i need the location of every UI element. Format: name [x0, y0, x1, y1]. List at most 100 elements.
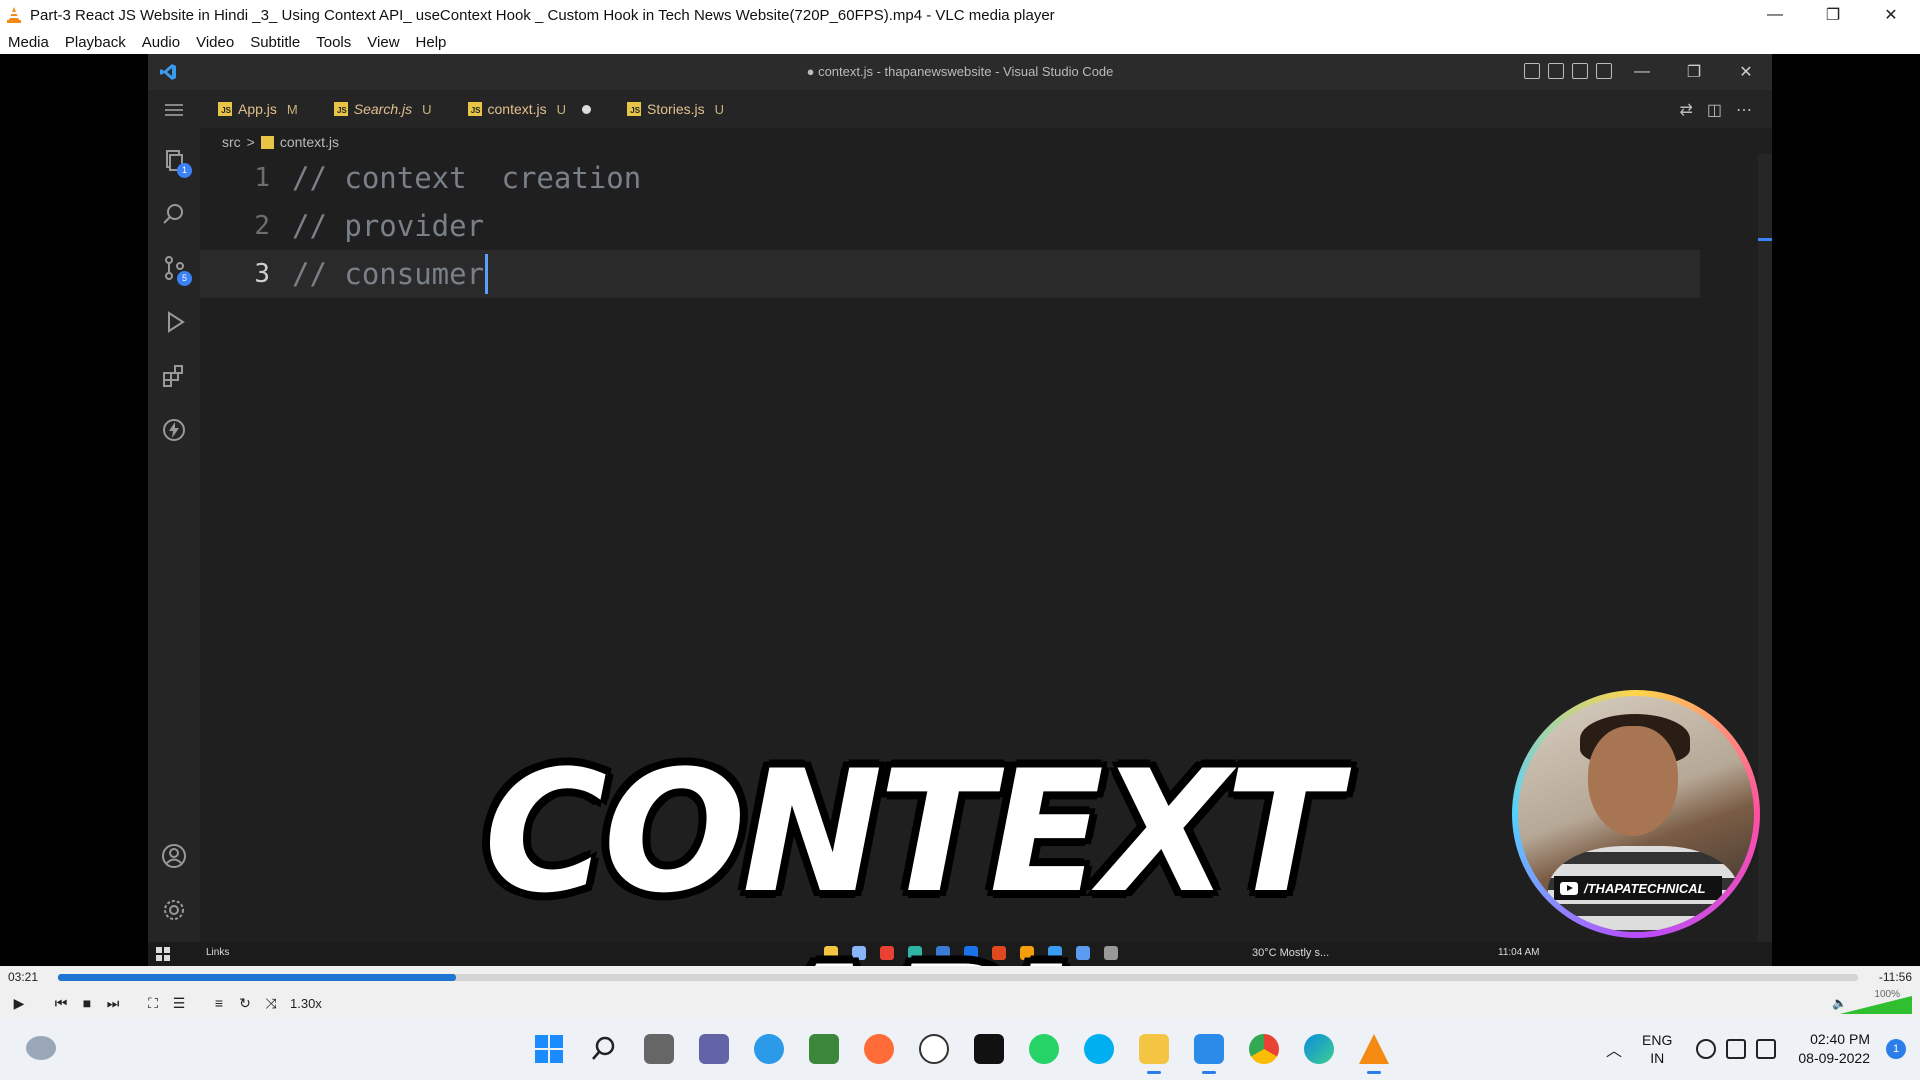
nodejs-button[interactable]: [803, 1028, 845, 1070]
account-icon: [160, 842, 188, 870]
line-number: 2: [254, 211, 270, 241]
remaining-time[interactable]: -11:56: [1879, 970, 1912, 984]
stop-icon[interactable]: ■: [74, 990, 100, 1016]
playback-speed[interactable]: 1.30x: [290, 996, 322, 1011]
volume-slider[interactable]: 100% 🔈: [1832, 989, 1912, 1014]
tab-label: Search.js: [353, 101, 413, 117]
terminal-button[interactable]: [968, 1028, 1010, 1070]
start-button[interactable]: [528, 1028, 570, 1070]
task-view-button[interactable]: [638, 1028, 680, 1070]
vlc-window: Part-3 React JS Website in Hindi _3_ Usi…: [0, 0, 1920, 1080]
tab-flag: U: [422, 101, 432, 117]
loop-icon[interactable]: ↻: [232, 990, 258, 1016]
play-button[interactable]: ▶: [6, 990, 32, 1016]
notifications-badge[interactable]: 1: [1886, 1039, 1906, 1059]
video-frame[interactable]: ● context.js - thapanewswebsite - Visual…: [0, 54, 1920, 966]
settings-gear-icon: [160, 896, 188, 924]
explorer-icon: 1: [160, 146, 192, 178]
postman-button[interactable]: [858, 1028, 900, 1070]
help-icon: [754, 1034, 784, 1064]
skype-button[interactable]: [1078, 1028, 1120, 1070]
next-icon[interactable]: ⏭: [100, 990, 126, 1016]
breadcrumb-folder: src: [222, 134, 241, 150]
close-button[interactable]: ✕: [1862, 0, 1920, 30]
recorded-clock: 11:04 AM: [1498, 947, 1540, 958]
tab-flag: U: [714, 101, 725, 117]
restore-button[interactable]: ❐: [1804, 0, 1862, 30]
breadcrumb-file: context.js: [279, 134, 339, 150]
menu-video[interactable]: Video: [188, 34, 242, 51]
show-hidden-icons-icon[interactable]: ︿: [1606, 1037, 1622, 1061]
playlist-icon[interactable]: ≡: [206, 990, 232, 1016]
clock-date: 08-09-2022: [1798, 1050, 1870, 1066]
editor-scrollbar: [1758, 154, 1772, 954]
extended-settings-icon[interactable]: ☰: [166, 990, 192, 1016]
tab-stories-js: JS Stories.js U: [609, 90, 742, 128]
minimize-button[interactable]: —: [1746, 0, 1804, 30]
window-title: Part-3 React JS Website in Hindi _3_ Usi…: [30, 6, 1055, 24]
activity-bar: 1 5: [148, 90, 200, 966]
search-button[interactable]: [583, 1028, 625, 1070]
teams-chat-button[interactable]: [693, 1028, 735, 1070]
menu-view[interactable]: View: [359, 34, 407, 51]
previous-icon[interactable]: ⏮: [48, 990, 74, 1016]
edge-button[interactable]: [1298, 1028, 1340, 1070]
postman-icon: [864, 1034, 894, 1064]
shuffle-icon[interactable]: ⤨: [258, 990, 284, 1016]
vlc-cone-icon: [7, 7, 21, 23]
menu-tools[interactable]: Tools: [308, 34, 359, 51]
weather-widget-icon[interactable]: [26, 1036, 56, 1060]
chrome-icon: [1249, 1034, 1279, 1064]
chrome-button[interactable]: [1243, 1028, 1285, 1070]
elapsed-time: 03:21: [8, 970, 39, 984]
channel-name: /THAPATECHNICAL: [1584, 880, 1706, 896]
language-indicator[interactable]: ENG IN: [1642, 1031, 1672, 1067]
menu-icon: [160, 96, 188, 124]
network-icon[interactable]: [1696, 1039, 1717, 1059]
chat-icon: [699, 1034, 729, 1064]
tab-label: context.js: [487, 101, 547, 117]
js-file-icon: JS: [218, 102, 232, 116]
whatsapp-button[interactable]: [1023, 1028, 1065, 1070]
search-icon: [160, 200, 188, 228]
more-actions-icon: ⋯: [1736, 102, 1752, 119]
vscode-button[interactable]: [1188, 1028, 1230, 1074]
windows-logo-icon: [535, 1035, 563, 1063]
current-code-line: 3 // consumer: [200, 250, 1700, 298]
file-explorer-button[interactable]: [1133, 1028, 1175, 1074]
menu-subtitle[interactable]: Subtitle: [242, 34, 308, 51]
menu-audio[interactable]: Audio: [134, 34, 188, 51]
webcam-overlay: /THAPATECHNICAL: [1512, 690, 1760, 938]
tab-app-js: JS App.js M: [200, 90, 316, 128]
taskbar-apps: [528, 1028, 1395, 1074]
menu-playback[interactable]: Playback: [57, 34, 134, 51]
menu-help[interactable]: Help: [408, 34, 455, 51]
vlc-button[interactable]: [1353, 1028, 1395, 1074]
seek-progress: [58, 974, 456, 981]
text-cursor: [485, 254, 489, 294]
title-bar: Part-3 React JS Website in Hindi _3_ Usi…: [0, 0, 1920, 30]
get-help-button[interactable]: [748, 1028, 790, 1070]
caption-overlay: CONTEXT API: [483, 734, 1340, 966]
seek-slider[interactable]: [58, 974, 1858, 981]
mongodb-icon: [919, 1034, 949, 1064]
tab-search-js: JS Search.js U: [316, 90, 450, 128]
whatsapp-icon: [1029, 1034, 1059, 1064]
battery-icon[interactable]: [1756, 1039, 1777, 1059]
tab-flag: U: [556, 101, 567, 117]
extensions-icon: [160, 362, 188, 390]
task-view-icon: [644, 1034, 674, 1064]
menu-media[interactable]: Media: [0, 34, 57, 51]
fullscreen-icon[interactable]: ⛶: [140, 990, 166, 1016]
split-editor-icon: ◫: [1706, 102, 1722, 119]
vscode-restore-icon: ❐: [1686, 64, 1702, 81]
line-text: // provider: [292, 209, 485, 243]
thunder-client-icon: [160, 416, 188, 444]
js-file-icon: JS: [467, 102, 482, 116]
volume-icon[interactable]: [1726, 1039, 1747, 1059]
code-editor: 1 // context creation 2 // provider 3 //…: [200, 154, 1700, 298]
vscode-minimize-icon: —: [1634, 63, 1650, 80]
compare-changes-icon: ⇄: [1679, 102, 1693, 119]
mongodb-button[interactable]: [913, 1028, 955, 1070]
clock[interactable]: 02:40 PM 08-09-2022: [1798, 1030, 1870, 1068]
